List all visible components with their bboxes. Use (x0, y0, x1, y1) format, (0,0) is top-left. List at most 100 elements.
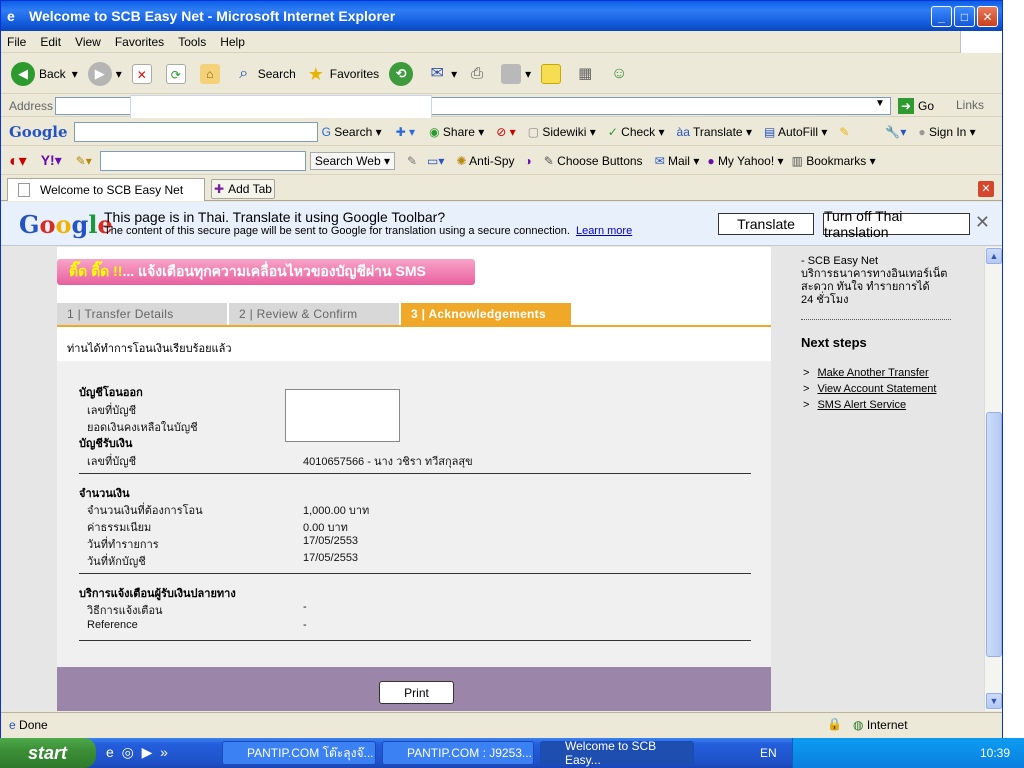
scroll-thumb[interactable] (986, 412, 1002, 657)
print-button[interactable]: Print (379, 681, 454, 704)
my-yahoo-icon: ● (707, 153, 715, 168)
yahoo-logo[interactable]: Y!▾ (41, 152, 62, 169)
add-tab-button[interactable]: ✚ Add Tab (211, 179, 275, 199)
title-bar[interactable]: e Welcome to SCB Easy Net - Microsoft In… (1, 1, 1002, 31)
view-account-statement-link[interactable]: View Account Statement (817, 383, 936, 395)
stop-icon: ✕ (131, 63, 152, 84)
forward-button[interactable]: ▶ ▾ (87, 61, 122, 86)
address-autocomplete-popup[interactable] (130, 95, 432, 119)
start-button[interactable]: start (0, 738, 96, 768)
stop-button[interactable]: ✕ (131, 63, 156, 84)
share-button[interactable]: ◉ Share ▾ (429, 125, 484, 139)
yahoo-search-input[interactable] (99, 150, 306, 171)
learn-more-link[interactable]: Learn more (576, 225, 632, 237)
sidebar: - SCB Easy Net บริการธนาคารทางอินเทอร์เน… (781, 247, 971, 711)
translate-page-button[interactable]: Translate (718, 213, 814, 235)
vertical-scrollbar[interactable]: ▲ ▼ (984, 247, 1002, 711)
app-quicklaunch-icon[interactable]: ◎ (122, 744, 134, 760)
sms-alert-banner[interactable]: ติ๊ด ติ๊ด !! ... แจ้งเตือนทุกความเคลื่อน… (57, 259, 475, 285)
sms-alert-service-link[interactable]: SMS Alert Service (817, 399, 906, 411)
task-pantip-1[interactable]: PANTIP.COM โต๊ะลุงจ๊... (222, 741, 376, 765)
menu-help[interactable]: Help (220, 35, 245, 49)
window-icon[interactable]: ▭▾ (427, 154, 444, 168)
tab-scb-easy-net[interactable]: Welcome to SCB Easy Net (7, 178, 205, 201)
choose-buttons-button[interactable]: ✎ Choose Buttons (544, 154, 643, 168)
plus-icon[interactable]: ✚ ▾ (396, 125, 415, 139)
wrench-icon[interactable]: 🔧▾ (885, 125, 906, 139)
close-tab-icon[interactable]: ✕ (978, 181, 994, 197)
chevron-right-icon[interactable]: » (160, 744, 168, 760)
task-scb-easy-net[interactable]: Welcome to SCB Easy... (540, 739, 694, 767)
make-another-transfer-link[interactable]: Make Another Transfer (817, 367, 928, 379)
dotted-divider (801, 319, 951, 320)
menu-edit[interactable]: Edit (40, 35, 61, 49)
mail-link[interactable]: ✉ Mail ▾ (655, 154, 700, 168)
go-button[interactable]: ➜ Go (898, 98, 934, 114)
divider (79, 640, 751, 641)
back-button[interactable]: ◀ Back ▾ (11, 61, 78, 86)
address-input[interactable] (55, 95, 891, 119)
autofill-icon: ▤ (763, 124, 776, 139)
refresh-button[interactable]: ⟳ (165, 63, 190, 84)
anti-spy-button[interactable]: ✺ Anti-Spy (456, 154, 514, 168)
yahoo-toolbar: ◐▾ Y!▾ ✎▾ Search Web ▾ ✎ ▭▾ ✺ Anti-Spy ◑… (1, 147, 1002, 175)
minimize-button[interactable]: _ (931, 6, 952, 27)
close-button[interactable]: ✕ (977, 6, 998, 27)
google-search-input[interactable] (73, 121, 318, 142)
google-logo: Google (9, 122, 68, 141)
notify-method-label: วิธีการแจ้งเตือน (87, 605, 163, 617)
notes-button[interactable] (541, 63, 565, 84)
google-search-button[interactable]: G Search ▾ (322, 125, 382, 139)
check-button[interactable]: ✓ Check ▾ (608, 125, 665, 139)
scroll-down-icon[interactable]: ▼ (986, 693, 1002, 709)
autofill-button[interactable]: ▤ AutoFill ▾ (764, 125, 827, 139)
bookmarks-link[interactable]: ▥ Bookmarks ▾ (792, 154, 876, 168)
search-web-button[interactable]: Search Web ▾ (309, 151, 395, 170)
links-button[interactable]: Links (956, 98, 984, 112)
clock[interactable]: 10:39 (980, 746, 1010, 760)
highlighter-icon[interactable]: ✎▾ (76, 154, 92, 168)
search-button[interactable]: ⌕ Search (234, 64, 296, 84)
my-yahoo-link[interactable]: ● My Yahoo! ▾ (707, 154, 783, 168)
edit-button[interactable]: ▾ (501, 63, 531, 84)
sign-in-button[interactable]: ● Sign In ▾ (918, 125, 975, 139)
research-button[interactable]: ▦ (575, 64, 599, 84)
task-pantip-2[interactable]: PANTIP.COM : J9253... (382, 741, 534, 765)
window-title: Welcome to SCB Easy Net - Microsoft Inte… (29, 8, 396, 24)
history-button[interactable]: ⟲ (389, 61, 417, 86)
highlight-icon[interactable]: ✎ (839, 125, 849, 139)
popup-blocker-icon[interactable]: ⊘ ▾ (496, 125, 515, 139)
headphones-icon[interactable]: ◑ (525, 154, 532, 168)
media-quicklaunch-icon[interactable]: ▶ (142, 744, 153, 760)
menu-favorites[interactable]: Favorites (115, 35, 164, 49)
address-dropdown-icon[interactable]: ▼ (875, 98, 885, 109)
messenger-button[interactable]: ☺ (609, 64, 633, 84)
success-message: ท่านได้ทำการโอนเงินเรียบร้อยแล้ว (67, 343, 232, 355)
globe-icon: ◍ (853, 718, 864, 732)
print-toolbar-button[interactable]: ⎙ (467, 64, 491, 84)
signin-icon: ● (918, 124, 926, 139)
sidewiki-icon: ▢ (527, 124, 540, 139)
scroll-up-icon[interactable]: ▲ (986, 248, 1002, 264)
yahoo-browser-icon[interactable]: ◐▾ (9, 151, 27, 171)
language-indicator[interactable]: EN (760, 746, 777, 760)
mail-button[interactable]: ✉ ▾ (427, 64, 457, 84)
close-icon[interactable]: ✕ (975, 212, 990, 233)
star-icon: ★ (307, 63, 324, 84)
taskbar: start e ◎ ▶ » PANTIP.COM โต๊ะลุงจ๊... PA… (0, 738, 1024, 768)
menu-tools[interactable]: Tools (178, 35, 206, 49)
sidewiki-button[interactable]: ▢ Sidewiki ▾ (528, 125, 596, 139)
home-button[interactable]: ⌂ (199, 63, 224, 84)
ie-quicklaunch-icon[interactable]: e (106, 744, 114, 760)
menu-file[interactable]: File (7, 35, 26, 49)
quick-launch: e ◎ ▶ » (106, 744, 168, 761)
forward-arrow-icon: ▶ (87, 61, 112, 86)
translate-button[interactable]: àa Translate ▾ (677, 125, 752, 139)
maximize-button[interactable]: □ (954, 6, 975, 27)
address-bar: Address ▼ ➜ Go Links (1, 95, 1002, 119)
pencil-icon[interactable]: ✎ (407, 154, 417, 168)
favorites-button[interactable]: ★ Favorites (306, 64, 379, 84)
turn-off-translation-button[interactable]: Turn off Thai translation (823, 208, 970, 240)
txn-date-label: วันที่ทำรายการ (87, 539, 159, 551)
menu-view[interactable]: View (75, 35, 101, 49)
